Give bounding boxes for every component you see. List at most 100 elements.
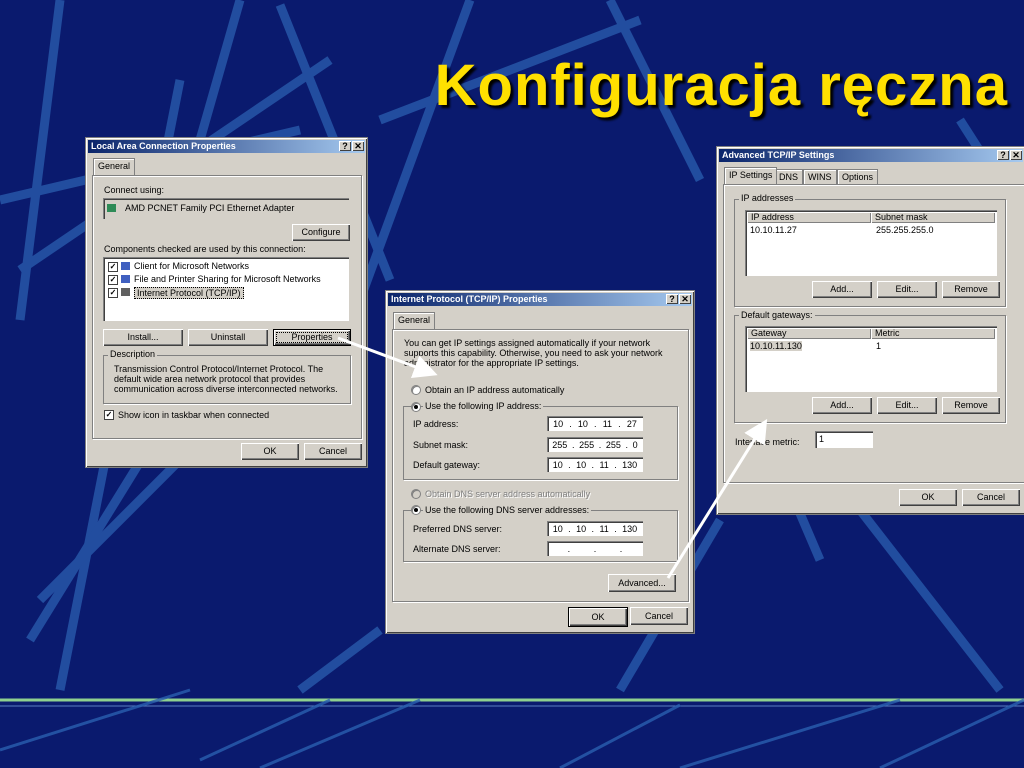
obtain-ip-radio[interactable] [411, 385, 421, 395]
ok-button[interactable]: OK [899, 489, 957, 506]
slide-title: Konfiguracja ręczna [434, 53, 1008, 118]
ip-address-label: IP address: [413, 419, 459, 429]
close-button[interactable]: ✕ [1010, 150, 1022, 160]
ip-octet: 11 [599, 459, 609, 470]
ip-octet: 10 [553, 418, 564, 429]
ip-octet: 11 [602, 418, 613, 429]
ip-octet: 10 [552, 523, 563, 534]
uninstall-button[interactable]: Uninstall [188, 329, 268, 346]
preferred-dns-label: Preferred DNS server: [413, 524, 503, 534]
ip-octet: 255 [605, 439, 621, 450]
checkbox[interactable]: ✓ [108, 262, 118, 272]
connect-using-label: Connect using: [104, 185, 165, 195]
ip-octet: 10 [576, 459, 587, 470]
gateway-remove-button[interactable]: Remove [942, 397, 1000, 414]
subnet-mask-field[interactable]: 255. 255. 255. 0 [547, 437, 643, 452]
checkbox[interactable]: ✓ [108, 275, 118, 285]
cancel-button[interactable]: Cancel [630, 607, 688, 625]
column-header-metric[interactable]: Metric [871, 328, 995, 339]
ip-octet: 11 [599, 523, 609, 534]
preferred-dns-field[interactable]: 10. 10. 11. 130 [547, 521, 643, 536]
ip-octet: 0 [632, 439, 638, 450]
alternate-dns-label: Alternate DNS server: [413, 544, 501, 554]
dialog-titlebar: Internet Protocol (TCP/IP) Properties ? … [388, 293, 692, 306]
advanced-button[interactable]: Advanced... [608, 574, 676, 592]
ip-octet: 10 [576, 523, 587, 534]
ip-octet: 255 [552, 439, 568, 450]
use-dns-radio[interactable] [411, 505, 421, 515]
ip-edit-button[interactable]: Edit... [877, 281, 937, 298]
help-button[interactable]: ? [339, 141, 351, 151]
default-gateways-label: Default gateways: [739, 310, 815, 320]
file-sharing-icon [121, 275, 130, 283]
network-client-icon [121, 262, 130, 270]
obtain-ip-label: Obtain an IP address automatically [425, 385, 565, 395]
adapter-field: AMD PCNET Family PCI Ethernet Adapter [103, 198, 349, 219]
use-ip-label: Use the following IP address: [423, 401, 544, 411]
dialog-titlebar: Local Area Connection Properties ? ✕ [88, 140, 365, 153]
component-label: Internet Protocol (TCP/IP) [134, 287, 244, 299]
obtain-dns-radio[interactable] [411, 489, 421, 499]
column-header-gateway[interactable]: Gateway [747, 328, 871, 339]
gateways-list[interactable]: Gateway Metric 10.10.11.130 1 [745, 326, 997, 392]
dialog-title: Advanced TCP/IP Settings [722, 150, 835, 160]
ok-button[interactable]: OK [241, 443, 299, 460]
dialog-titlebar: Advanced TCP/IP Settings ? ✕ [719, 149, 1023, 162]
gateway-cell: 10.10.11.130 [750, 341, 802, 351]
default-gateway-field[interactable]: 10. 10. 11. 130 [547, 457, 643, 472]
components-label: Components checked are used by this conn… [104, 244, 306, 254]
close-button[interactable]: ✕ [352, 141, 364, 151]
tab-ip-settings[interactable]: IP Settings [724, 167, 778, 184]
cancel-button[interactable]: Cancel [304, 443, 362, 460]
cancel-button[interactable]: Cancel [962, 489, 1020, 506]
tab-options[interactable]: Options [837, 169, 879, 184]
ok-button[interactable]: OK [568, 607, 628, 627]
properties-button[interactable]: Properties [273, 329, 351, 346]
ip-addresses-list[interactable]: IP address Subnet mask 10.10.11.27 255.2… [745, 210, 997, 276]
ip-octet: 10 [552, 459, 563, 470]
ip-cell: 10.10.11.27 [750, 225, 797, 235]
ip-octet: 255 [579, 439, 595, 450]
components-list[interactable]: ✓ Client for Microsoft Networks ✓ File a… [103, 257, 349, 321]
ip-address-field[interactable]: 10. 10. 11. 27 [547, 416, 643, 431]
use-ip-radio[interactable] [411, 402, 421, 412]
ip-octet: 10 [577, 418, 588, 429]
tab-general[interactable]: General [93, 158, 136, 175]
protocol-icon [121, 288, 130, 296]
ip-octet: 130 [622, 523, 638, 534]
interface-metric-input[interactable]: 1 [815, 431, 873, 448]
ip-remove-button[interactable]: Remove [942, 281, 1000, 298]
dialog-title: Local Area Connection Properties [91, 141, 236, 151]
alternate-dns-field[interactable]: . . . [547, 541, 643, 556]
obtain-dns-label: Obtain DNS server address automatically [425, 489, 591, 499]
interface-metric-label: Interface metric: [735, 437, 800, 447]
show-icon-label: Show icon in taskbar when connected [118, 410, 270, 420]
install-button[interactable]: Install... [103, 329, 183, 346]
configure-button[interactable]: Configure [292, 224, 350, 241]
adapter-name: AMD PCNET Family PCI Ethernet Adapter [125, 203, 295, 213]
advanced-tcpip-dialog: Advanced TCP/IP Settings ? ✕ IP Settings… [716, 146, 1024, 515]
tab-wins[interactable]: WINS [803, 169, 837, 184]
ip-octet: 130 [622, 459, 638, 470]
network-adapter-icon [107, 204, 116, 212]
help-button[interactable]: ? [997, 150, 1009, 160]
local-area-connection-dialog: Local Area Connection Properties ? ✕ Gen… [85, 137, 368, 468]
tab-dns[interactable]: DNS [774, 169, 804, 184]
column-header-ip[interactable]: IP address [747, 212, 871, 223]
gateway-add-button[interactable]: Add... [812, 397, 872, 414]
description-text: Transmission Control Protocol/Internet P… [114, 364, 338, 394]
description-label: Description [108, 349, 158, 359]
dialog-title: Internet Protocol (TCP/IP) Properties [391, 294, 548, 304]
checkbox[interactable]: ✓ [108, 288, 118, 298]
ip-add-button[interactable]: Add... [812, 281, 872, 298]
close-button[interactable]: ✕ [679, 294, 691, 304]
mask-cell: 255.255.255.0 [876, 225, 934, 235]
help-button[interactable]: ? [666, 294, 678, 304]
ip-addresses-label: IP addresses [739, 193, 796, 203]
subnet-mask-label: Subnet mask: [413, 440, 469, 450]
column-header-mask[interactable]: Subnet mask [871, 212, 995, 223]
show-icon-checkbox[interactable]: ✓ [104, 410, 114, 420]
gateway-edit-button[interactable]: Edit... [877, 397, 937, 414]
default-gateway-label: Default gateway: [413, 460, 481, 470]
tab-general[interactable]: General [393, 312, 436, 329]
